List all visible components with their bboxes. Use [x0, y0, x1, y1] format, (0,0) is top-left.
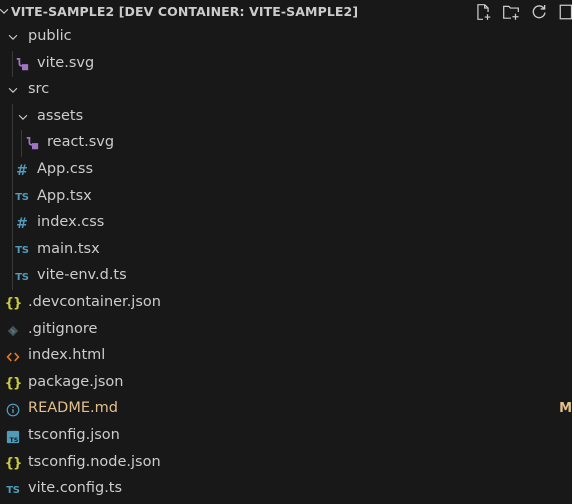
chevron-down-icon — [8, 88, 18, 94]
tree-item-label: src — [28, 81, 50, 98]
explorer-header[interactable]: VITE-SAMPLE2 [DEV CONTAINER: VITE-SAMPLE… — [0, 0, 572, 24]
indent-guide — [21, 130, 22, 157]
git-modified-badge: M — [559, 401, 572, 417]
explorer-panel: VITE-SAMPLE2 [DEV CONTAINER: VITE-SAMPLE… — [0, 0, 572, 504]
typescript-file-icon: TS — [15, 271, 29, 283]
json-file-icon: {} — [4, 296, 23, 312]
tree-item-label: vite.svg — [37, 54, 95, 71]
tree-item-label: tsconfig.json — [28, 426, 120, 443]
css-file-icon: # — [16, 162, 28, 179]
tree-item-tsconfig-node-json[interactable]: {} tsconfig.node.json — [0, 450, 572, 477]
tree-item-index-html[interactable]: index.html — [0, 343, 572, 370]
tree-item-label: main.tsx — [37, 240, 100, 257]
tree-item-vite-config-ts[interactable]: TS vite.config.ts — [0, 476, 572, 503]
tree-item-public[interactable]: public — [0, 24, 572, 51]
refresh-button[interactable] — [528, 1, 550, 23]
chevron-down-icon — [18, 114, 28, 120]
info-icon — [5, 402, 21, 418]
tree-item-label: vite.config.ts — [28, 480, 123, 497]
tree-item-main-tsx[interactable]: TS main.tsx — [0, 236, 572, 264]
indent-guide — [12, 130, 13, 157]
tree-item-label: index.css — [37, 214, 105, 231]
json-file-icon: {} — [4, 376, 23, 392]
tree-item-label: assets — [37, 107, 84, 124]
tree-item-label: .gitignore — [28, 320, 98, 337]
git-file-icon — [5, 323, 21, 339]
indent-guide — [12, 263, 13, 290]
indent-guide — [12, 156, 13, 184]
tree-item-app-css[interactable]: # App.css — [0, 156, 572, 184]
indent-guide — [12, 210, 13, 237]
json-file-icon: {} — [4, 456, 23, 471]
html-file-icon — [5, 349, 21, 365]
new-file-button[interactable] — [472, 1, 494, 23]
new-folder-icon — [503, 5, 519, 20]
css-file-icon: # — [16, 216, 28, 233]
tree-item-vite-env[interactable]: TS vite-env.d.ts — [0, 263, 572, 290]
tree-item-app-tsx[interactable]: TS App.tsx — [0, 183, 572, 211]
indent-guide — [12, 50, 13, 78]
tree-item-vite-svg[interactable]: vite.svg — [0, 50, 572, 78]
collapse-all-icon — [559, 4, 572, 20]
tsconfig-file-icon: TS — [5, 429, 21, 445]
tree-item-label: App.css — [37, 160, 94, 177]
tree-item-label: react.svg — [47, 134, 115, 151]
chevron-down-icon[interactable] — [0, 4, 11, 18]
new-file-icon — [477, 4, 491, 20]
indent-guide — [12, 236, 13, 264]
tree-item-react-svg[interactable]: react.svg — [0, 130, 572, 157]
indent-guide — [12, 183, 13, 211]
tree-item-label: App.tsx — [37, 187, 92, 204]
tree-item-label: public — [28, 28, 72, 44]
tree-item-tsconfig-json[interactable]: TS tsconfig.json — [0, 423, 572, 450]
typescript-file-icon: TS — [6, 484, 20, 496]
file-tree: public vite.svg src assets react.svg # A… — [0, 24, 572, 503]
svg-file-icon — [24, 136, 40, 152]
indent-guide — [12, 103, 13, 131]
tree-item-assets[interactable]: assets — [0, 103, 572, 131]
tree-item-label: package.json — [28, 373, 124, 390]
tree-item-devcontainer-json[interactable]: {} .devcontainer.json — [0, 290, 572, 317]
tree-item-package-json[interactable]: {} package.json — [0, 370, 572, 397]
typescript-file-icon: TS — [15, 245, 29, 257]
tree-item-index-css[interactable]: # index.css — [0, 210, 572, 237]
new-folder-button[interactable] — [500, 1, 522, 23]
explorer-actions — [472, 1, 572, 23]
tree-item-label: index.html — [28, 347, 106, 364]
chevron-down-icon — [8, 34, 18, 40]
tree-item-gitignore[interactable]: .gitignore — [0, 317, 572, 344]
tree-item-readme[interactable]: README.md M — [0, 396, 572, 423]
svg-file-icon — [14, 57, 30, 73]
tree-item-label: README.md — [28, 400, 118, 417]
collapse-all-button[interactable] — [556, 1, 572, 23]
explorer-title: VITE-SAMPLE2 [DEV CONTAINER: VITE-SAMPLE… — [11, 4, 359, 19]
refresh-icon — [532, 5, 546, 19]
typescript-file-icon: TS — [15, 192, 29, 204]
tree-item-label: tsconfig.node.json — [28, 453, 161, 470]
tree-item-label: vite-env.d.ts — [37, 267, 127, 284]
tree-item-src[interactable]: src — [0, 77, 572, 104]
svg-text:TS: TS — [10, 437, 19, 444]
tree-item-label: .devcontainer.json — [28, 293, 161, 310]
